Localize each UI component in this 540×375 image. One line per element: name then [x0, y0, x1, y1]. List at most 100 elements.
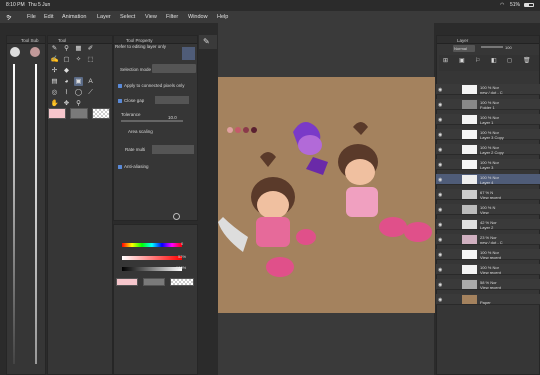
settings-icon[interactable] — [173, 213, 180, 220]
close-gap-checkbox[interactable]: Close gap — [118, 98, 144, 103]
speech-bubble-icon[interactable]: ◯ — [74, 88, 83, 97]
layer-row[interactable]: ◉ 58 % Nor View recent — [436, 279, 540, 290]
eye-icon[interactable]: ◉ — [438, 267, 442, 273]
layer-name: View recent — [480, 285, 501, 290]
line-icon[interactable]: ⟋ — [86, 88, 95, 97]
opacity-slider[interactable] — [35, 64, 37, 364]
hue-slider[interactable] — [122, 243, 182, 247]
layer-row[interactable]: ◉ 100 % Nor new / dot - C — [436, 84, 540, 95]
layer-row[interactable]: ◉ 100 % Nor View recent — [436, 249, 540, 260]
hand-icon[interactable]: ✥ — [62, 99, 71, 108]
transparent-swatch[interactable] — [92, 108, 110, 119]
text-icon[interactable]: A — [86, 77, 95, 86]
sub-color-swatch[interactable] — [70, 108, 88, 119]
layer-row[interactable]: ◉ 67 % N View recent — [436, 189, 540, 200]
rate-multi-buttons[interactable] — [152, 145, 194, 154]
eye-icon[interactable]: ◉ — [438, 192, 442, 198]
layer-row[interactable]: ◉ Paper — [436, 294, 540, 305]
anti-aliasing-checkbox[interactable]: Anti-aliasing — [118, 164, 149, 169]
delete-layer-icon[interactable]: 🗑 — [523, 57, 531, 64]
navigator-toolbar: ✎ — [199, 35, 217, 49]
eyedropper-icon[interactable]: ⚲ — [62, 44, 71, 53]
eye-icon[interactable]: ◉ — [438, 147, 442, 153]
sparkle-icon[interactable]: ✢ — [50, 66, 59, 75]
eye-icon[interactable]: ◉ — [438, 132, 442, 138]
menu-filter[interactable]: Filter — [166, 14, 178, 20]
menu-edit[interactable]: Edit — [44, 14, 53, 20]
eye-icon[interactable]: ◉ — [438, 252, 442, 258]
eye-icon[interactable]: ◉ — [438, 177, 442, 183]
color-indicator[interactable] — [30, 47, 40, 57]
tolerance-slider[interactable] — [121, 120, 183, 122]
mask-icon[interactable]: ◧ — [491, 57, 497, 64]
lasso-icon[interactable]: ◎ — [50, 88, 59, 97]
layer-row[interactable]: ◉ 100 % Nor Layer 1 — [436, 114, 540, 125]
layer-thumbnail — [462, 235, 477, 244]
main-color-swatch[interactable] — [48, 108, 66, 119]
layer-row[interactable]: ◉ 100 % Nor Layer 3 Copy — [436, 129, 540, 140]
pen-icon[interactable]: ✎ — [50, 44, 59, 53]
menu-window[interactable]: Window — [188, 14, 208, 20]
layer-row[interactable]: ◉ 100 % Nor Folder 1 — [436, 99, 540, 110]
artwork-canvas[interactable] — [218, 77, 435, 313]
magic-wand-icon[interactable]: ✧ — [74, 55, 83, 64]
close-gap-level[interactable] — [155, 96, 189, 104]
brush-icon[interactable]: ✍ — [50, 55, 59, 64]
menu-view[interactable]: View — [145, 14, 157, 20]
menu-select[interactable]: Select — [120, 14, 135, 20]
blend-mode-select[interactable]: Normal — [453, 45, 475, 52]
pen-pressure-icon[interactable]: ✎ — [203, 37, 210, 46]
frame-icon[interactable]: ▢ — [62, 55, 71, 64]
zoom-icon[interactable]: ⚲ — [74, 99, 83, 108]
size-slider[interactable] — [13, 64, 15, 364]
layer-name: Folder 1 — [480, 105, 495, 110]
pencil-icon[interactable]: ✐ — [86, 44, 95, 53]
menu-layer[interactable]: Layer — [97, 14, 111, 20]
selection-icon[interactable]: ⬚ — [86, 55, 95, 64]
apply-connected-checkbox[interactable]: Apply to connected pixels only — [118, 83, 185, 88]
eye-icon[interactable]: ◉ — [438, 297, 442, 303]
eye-icon[interactable]: ◉ — [438, 117, 442, 123]
value-slider[interactable] — [122, 267, 182, 271]
layer-row[interactable]: ◉ 100 % Nor Layer 2 Copy — [436, 144, 540, 155]
eye-icon[interactable]: ◉ — [438, 207, 442, 213]
auto-select-icon[interactable]: ▣ — [74, 77, 83, 86]
clip-icon[interactable]: ▣ — [459, 57, 465, 64]
layer-name: View recent — [480, 255, 501, 260]
eye-icon[interactable]: ◉ — [438, 162, 442, 168]
layer-row[interactable]: ◉ 23 % Nor new / dot - C — [436, 234, 540, 245]
layer-row[interactable]: ◉ 100 % Nor Layer 4 — [436, 174, 540, 185]
eye-icon[interactable]: ◉ — [438, 87, 442, 93]
layer-row[interactable]: ◉ 100 % N View — [436, 204, 540, 215]
layer-thumbnail — [462, 145, 477, 154]
reference-icon[interactable]: ⚐ — [475, 57, 480, 64]
layer-thumbnail — [462, 265, 477, 274]
layer-opacity-slider[interactable] — [481, 46, 503, 48]
color-transparent-swatch[interactable] — [170, 278, 194, 286]
color-main-swatch[interactable] — [116, 278, 138, 286]
layer-row[interactable]: ◉ 42 % Nor Layer 2 — [436, 219, 540, 230]
fill-icon[interactable]: ◕ — [62, 77, 71, 86]
eye-icon[interactable]: ◉ — [438, 237, 442, 243]
brush-size-indicator[interactable] — [10, 47, 20, 57]
selection-mode-buttons[interactable] — [152, 64, 196, 73]
menu-file[interactable]: File — [27, 14, 36, 20]
eraser-icon[interactable]: ◆ — [62, 66, 71, 75]
layer-row[interactable]: ◉ 100 % Nor Layer 3 — [436, 159, 540, 170]
menu-animation[interactable]: Animation — [62, 14, 86, 20]
eye-icon[interactable]: ◉ — [438, 222, 442, 228]
lock-icon[interactable]: ⊞ — [443, 57, 448, 64]
grid-icon[interactable]: ▦ — [74, 44, 83, 53]
color-sub-swatch[interactable] — [143, 278, 165, 286]
gradient-icon[interactable]: ▤ — [50, 77, 59, 86]
new-layer-icon[interactable]: ◻ — [507, 57, 512, 64]
eye-icon[interactable]: ◉ — [438, 282, 442, 288]
eye-icon[interactable]: ◉ — [438, 102, 442, 108]
menu-help[interactable]: Help — [217, 14, 228, 20]
ruler-icon[interactable]: ⌇ — [62, 88, 71, 97]
move-icon[interactable]: ✋ — [50, 99, 59, 108]
saturation-slider[interactable] — [122, 256, 182, 260]
app-logo-icon[interactable]: ຯ — [6, 13, 12, 21]
wrench-settings-button[interactable] — [182, 47, 195, 60]
layer-row[interactable]: ◉ 100 % Nor View recent — [436, 264, 540, 275]
